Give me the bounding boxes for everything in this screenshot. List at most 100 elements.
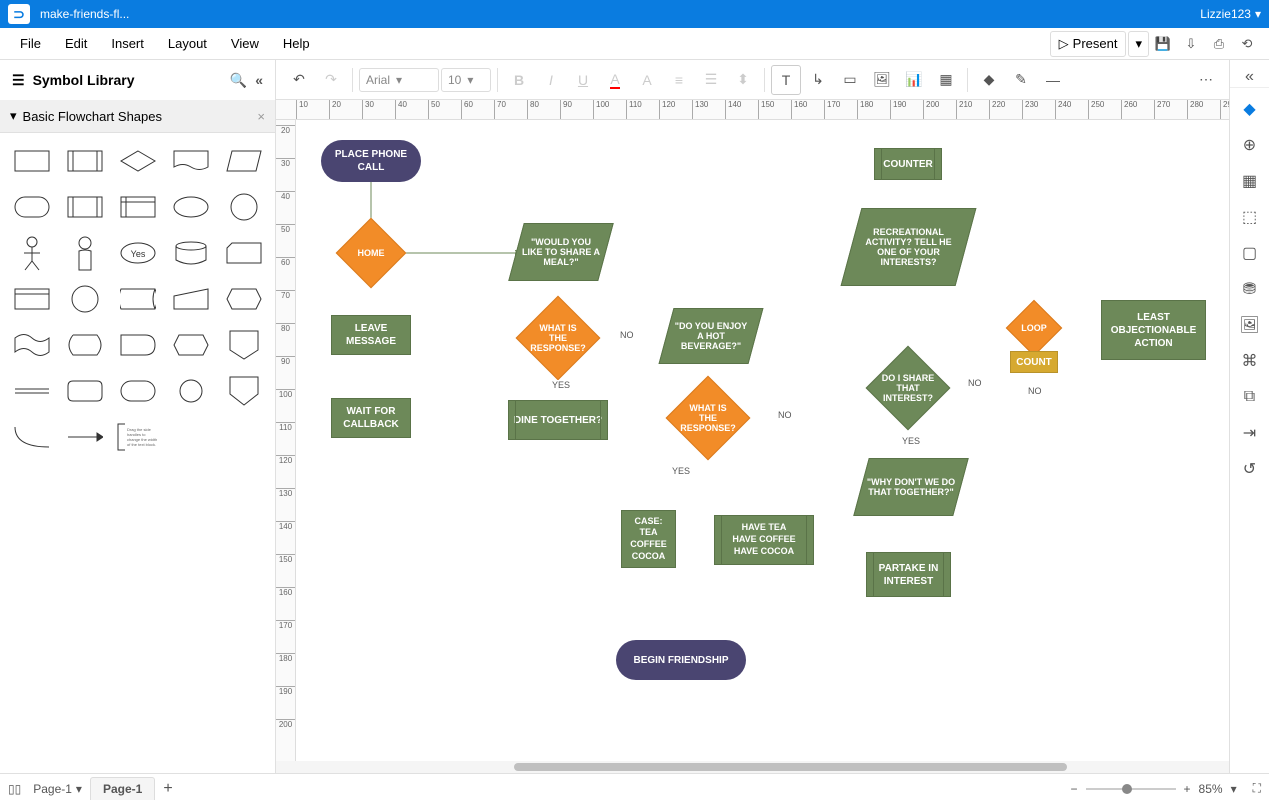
align-button[interactable]: ≡ — [664, 65, 694, 95]
shape-ellipse[interactable] — [167, 187, 214, 227]
italic-button[interactable]: I — [536, 65, 566, 95]
shape-database[interactable] — [167, 233, 214, 273]
text-highlight-button[interactable]: A — [632, 65, 662, 95]
present-dropdown[interactable]: ▾ — [1128, 31, 1149, 57]
shape-manual-input[interactable] — [167, 279, 214, 319]
node-response1[interactable]: WHAT IS THE RESPONSE? — [528, 308, 588, 368]
page-selector[interactable]: Page-1 ▾ — [33, 782, 82, 796]
shape-decision[interactable] — [114, 141, 161, 181]
node-start[interactable]: PLACE PHONE CALL — [321, 140, 421, 182]
text-tool-button[interactable]: T — [771, 65, 801, 95]
more-options-button[interactable]: ⋯ — [1191, 65, 1221, 95]
shape-terminator[interactable] — [8, 187, 55, 227]
table-button[interactable]: ▦ — [931, 65, 961, 95]
font-size-select[interactable]: 10▾ — [441, 68, 491, 92]
underline-button[interactable]: U — [568, 65, 598, 95]
node-least-obj[interactable]: LEAST OBJECTIONABLE ACTION — [1101, 300, 1206, 360]
save-icon[interactable]: 💾 — [1149, 30, 1177, 58]
shape-actor2[interactable] — [61, 233, 108, 273]
node-partake[interactable]: PARTAKE IN INTEREST — [866, 552, 951, 597]
user-menu[interactable]: Lizzie123 ▾ — [1200, 7, 1261, 21]
zoom-slider[interactable] — [1086, 788, 1176, 790]
sitemap-icon[interactable]: ⌘ — [1235, 346, 1265, 376]
page-tab-1[interactable]: Page-1 — [90, 777, 155, 800]
node-leave-message[interactable]: LEAVE MESSAGE — [331, 315, 411, 355]
shape-card[interactable] — [220, 233, 267, 273]
shape-shield[interactable] — [220, 371, 267, 411]
node-home[interactable]: HOME — [346, 228, 396, 278]
shape-loop[interactable] — [220, 279, 267, 319]
redo-button[interactable]: ↷ — [316, 65, 346, 95]
grid-icon[interactable]: ▦ — [1235, 166, 1265, 196]
copy-icon[interactable]: ⧉ — [1235, 382, 1265, 412]
node-have-drinks[interactable]: HAVE TEA HAVE COFFEE HAVE COCOA — [714, 515, 814, 565]
list-button[interactable]: ☰ — [696, 65, 726, 95]
node-why-dont[interactable]: "WHY DON'T WE DO THAT TOGETHER?" — [853, 458, 969, 516]
search-icon[interactable]: 🔍 — [230, 72, 247, 89]
collapse-left-icon[interactable]: « — [255, 72, 263, 89]
shape-data[interactable] — [220, 141, 267, 181]
connector-tool-button[interactable]: ↳ — [803, 65, 833, 95]
bold-button[interactable]: B — [504, 65, 534, 95]
shape-rounded-rect[interactable] — [114, 371, 161, 411]
spacing-button[interactable]: ⬍ — [728, 65, 758, 95]
theme-icon[interactable]: ◆ — [1235, 94, 1265, 124]
present-icon[interactable]: ▢ — [1235, 238, 1265, 268]
menu-help[interactable]: Help — [271, 30, 322, 57]
shape-subprocess[interactable] — [61, 141, 108, 181]
shape-connector[interactable] — [220, 187, 267, 227]
menu-layout[interactable]: Layout — [156, 30, 219, 57]
shape-actor1[interactable] — [8, 233, 55, 273]
shapes-category-header[interactable]: ▾ Basic Flowchart Shapes × — [0, 100, 275, 133]
pages-icon[interactable]: ▯▯ — [8, 782, 21, 796]
menu-view[interactable]: View — [219, 30, 271, 57]
shape-predefined[interactable] — [61, 187, 108, 227]
fit-screen-icon[interactable]: ⛶ — [1253, 781, 1261, 796]
shape-line-double[interactable] — [8, 371, 55, 411]
shape-document[interactable] — [167, 141, 214, 181]
present-button[interactable]: ▷ Present — [1050, 31, 1127, 57]
node-count[interactable]: COUNT — [1010, 351, 1058, 373]
shape-arrow[interactable] — [61, 417, 108, 457]
menu-edit[interactable]: Edit — [53, 30, 99, 57]
share-icon[interactable]: ⟲ — [1233, 30, 1261, 58]
shape-preparation[interactable] — [167, 325, 214, 365]
shape-annotation[interactable]: Drag the sidehandles tochange the widtho… — [114, 417, 161, 457]
menu-file[interactable]: File — [8, 30, 53, 57]
print-icon[interactable]: ⎙ — [1205, 30, 1233, 58]
zoom-in-button[interactable]: + — [1184, 782, 1191, 796]
canvas[interactable]: PLACE PHONE CALL HOME LEAVE MESSAGE WAIT… — [296, 120, 1229, 761]
fill-color-button[interactable]: ◆ — [974, 65, 1004, 95]
chart-button[interactable]: 📊 — [899, 65, 929, 95]
shape-hex-soft[interactable] — [61, 371, 108, 411]
shape-display[interactable] — [61, 325, 108, 365]
shape-arc[interactable] — [8, 417, 55, 457]
shape-yes[interactable]: Yes — [114, 233, 161, 273]
close-category-icon[interactable]: × — [257, 109, 265, 124]
shape-delay[interactable] — [114, 325, 161, 365]
node-counter[interactable]: COUNTER — [874, 148, 942, 180]
data-icon[interactable]: ⛃ — [1235, 274, 1265, 304]
insert-icon[interactable]: ⊕ — [1235, 130, 1265, 160]
shape-internal-storage[interactable] — [114, 187, 161, 227]
line-color-button[interactable]: ✎ — [1006, 65, 1036, 95]
collapse-right-icon[interactable]: « — [1230, 66, 1269, 88]
node-dine[interactable]: DINE TOGETHER? — [508, 400, 608, 440]
horizontal-scrollbar[interactable] — [276, 761, 1229, 773]
node-case[interactable]: CASE: TEA COFFEE COCOA — [621, 510, 676, 568]
font-family-select[interactable]: Arial▾ — [359, 68, 439, 92]
layers-icon[interactable]: ⬚ — [1235, 202, 1265, 232]
zoom-out-button[interactable]: − — [1071, 782, 1078, 796]
shape-cylinder[interactable] — [114, 279, 161, 319]
align-icon[interactable]: ⇥ — [1235, 418, 1265, 448]
image-button[interactable]: 🖼 — [867, 65, 897, 95]
shape-card2[interactable] — [8, 279, 55, 319]
font-color-button[interactable]: A — [600, 65, 630, 95]
shape-process[interactable] — [8, 141, 55, 181]
node-response2[interactable]: WHAT IS THE RESPONSE? — [678, 388, 738, 448]
shape-circle2[interactable] — [61, 279, 108, 319]
chevron-down-icon[interactable]: ▾ — [1231, 782, 1237, 796]
node-rec-activity[interactable]: RECREATIONAL ACTIVITY? TELL HE ONE OF YO… — [841, 208, 977, 286]
node-hot-bev[interactable]: "DO YOU ENJOY A HOT BEVERAGE?" — [658, 308, 763, 364]
picture-icon[interactable]: 🖼 — [1235, 310, 1265, 340]
